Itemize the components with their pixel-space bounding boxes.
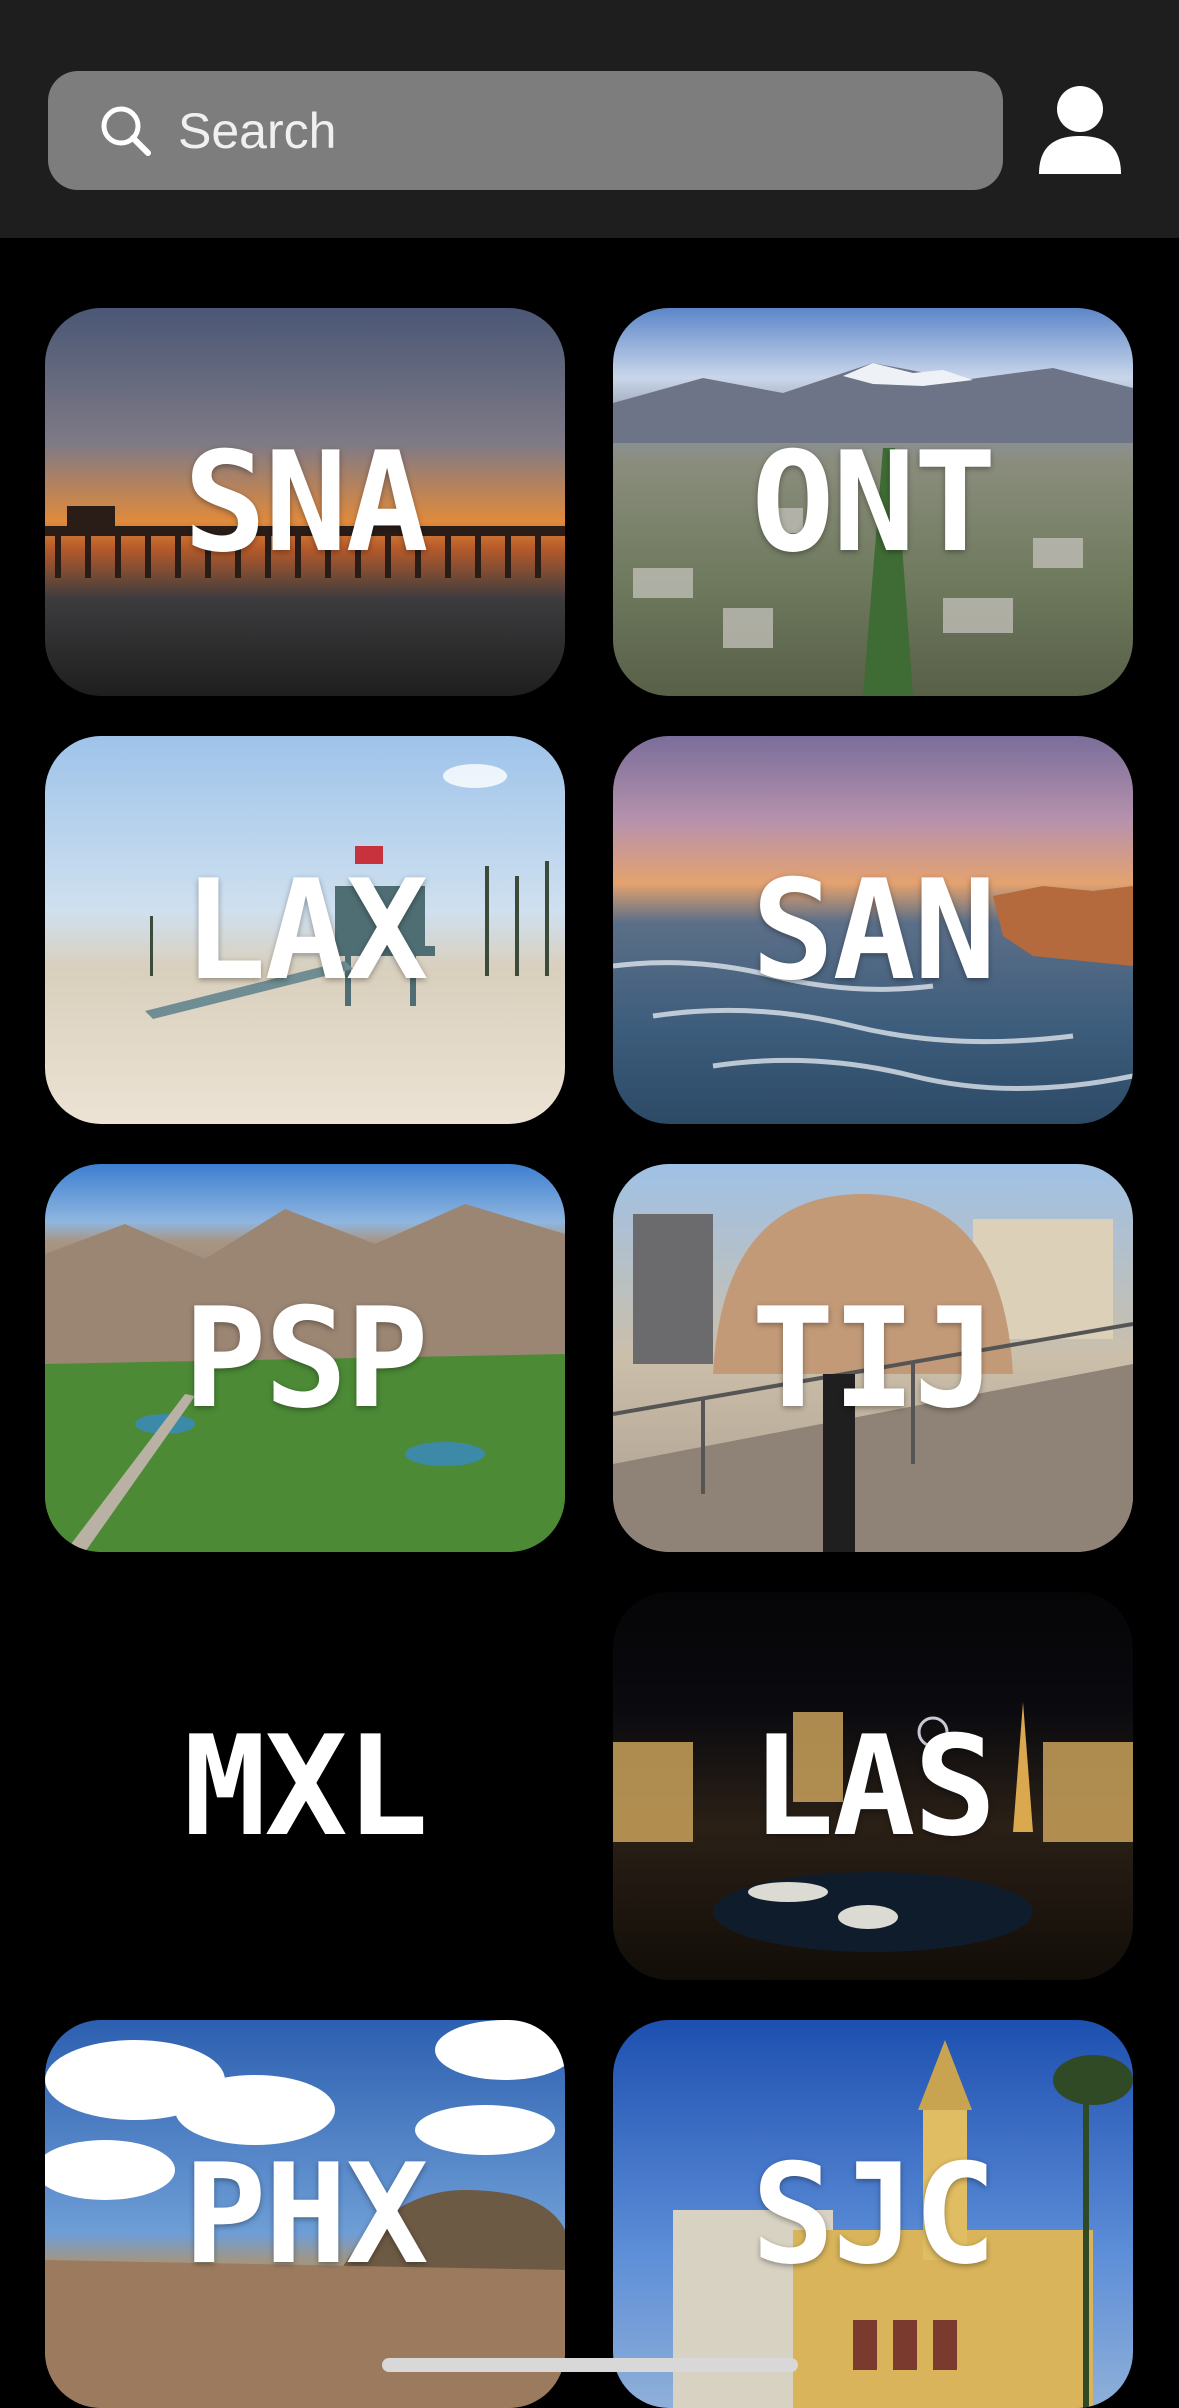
- top-bar: [0, 0, 1179, 238]
- airport-tile-tij[interactable]: TIJ: [613, 1164, 1133, 1552]
- airport-code: LAX: [183, 849, 428, 1011]
- airport-tile-mxl[interactable]: MXL: [45, 1592, 565, 1980]
- airport-tile-sjc[interactable]: SJC: [613, 2020, 1133, 2408]
- profile-icon[interactable]: [1035, 82, 1125, 178]
- home-indicator[interactable]: [382, 2358, 798, 2372]
- airport-tile-phx[interactable]: PHX: [45, 2020, 565, 2408]
- airport-tile-psp[interactable]: PSP: [45, 1164, 565, 1552]
- search-icon: [101, 106, 151, 156]
- airport-tile-sna[interactable]: SNA: [45, 308, 565, 696]
- airport-tile-las[interactable]: LAS: [613, 1592, 1133, 1980]
- airport-code: PSP: [183, 1277, 428, 1439]
- airport-tile-lax[interactable]: LAX: [45, 736, 565, 1124]
- airport-tile-san[interactable]: SAN: [613, 736, 1133, 1124]
- airport-code: SAN: [751, 849, 996, 1011]
- airport-grid: SNA ONT LAX SAN PSP TIJ MXL LAS PHX SJC: [0, 238, 1179, 2408]
- airport-code: SNA: [183, 421, 428, 583]
- airport-code: LAS: [751, 1705, 996, 1867]
- airport-code: TIJ: [751, 1277, 996, 1439]
- airport-code: PHX: [183, 2133, 428, 2295]
- airport-tile-ont[interactable]: ONT: [613, 308, 1133, 696]
- airport-code: SJC: [751, 2133, 996, 2295]
- search-input[interactable]: [178, 71, 958, 190]
- airport-code: ONT: [751, 421, 996, 583]
- airport-code: MXL: [183, 1705, 428, 1867]
- search-bar[interactable]: [48, 71, 1003, 190]
